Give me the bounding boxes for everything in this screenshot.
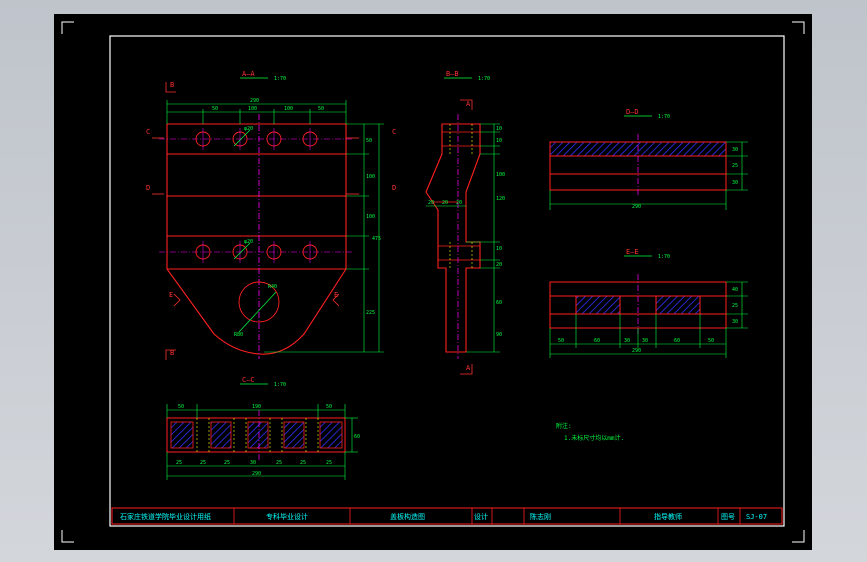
section-c-dim-part-1: 25 — [176, 460, 182, 466]
side-cut-d: D — [392, 184, 396, 192]
side-dim-right-3: 100 — [496, 172, 505, 178]
side-section-mark: B—B — [446, 70, 459, 78]
section-d-dim-right-2: 25 — [732, 163, 738, 169]
side-dim-right-8: 90 — [496, 332, 502, 338]
section-e-dim-right-3: 30 — [732, 319, 738, 325]
title-design-label: 设计 — [474, 512, 488, 521]
section-c-dim-top-3: 50 — [326, 404, 332, 410]
front-dim-part-2: 100 — [248, 106, 257, 112]
section-e-dim-right-2: 25 — [732, 303, 738, 309]
front-dim-right-3: 100 — [366, 214, 375, 220]
section-e-scale: 1:70 — [658, 254, 670, 260]
cad-drawing-canvas[interactable]: A—A 1:70 B B C D E E φ20 φ20 R80 R40 290… — [54, 14, 812, 550]
front-dim-right-4: 225 — [366, 310, 375, 316]
title-designer: 陈志刚 — [530, 512, 551, 521]
section-e-dim-part-2: 60 — [594, 338, 600, 344]
title-sheet-label: 图号 — [721, 513, 735, 521]
notes-title: 附注: — [556, 422, 572, 430]
front-dim-overall: 475 — [372, 236, 381, 242]
side-cut-a-bottom: A — [466, 364, 471, 372]
front-arc-label: R80 — [234, 332, 243, 338]
section-c-dim-top-2: 190 — [252, 404, 261, 410]
section-e-dim-right-1: 40 — [732, 287, 738, 293]
section-c-dim-right: 60 — [354, 434, 360, 440]
section-c-dim-part-4: 30 — [250, 460, 256, 466]
notes-block: 附注: 1.未标尺寸均以mm计. — [556, 422, 624, 442]
section-c-dim-top-1: 50 — [178, 404, 184, 410]
section-d-dim-right-3: 30 — [732, 180, 738, 186]
section-d-dim-bottom: 290 — [632, 204, 641, 210]
notes-line-1: 1.未标尺寸均以mm计. — [564, 434, 624, 442]
front-cut-b-top: B — [170, 81, 174, 89]
section-c-view: C—C 1:70 50 190 50 60 25 25 25 30 25 25 … — [166, 376, 360, 480]
section-d-mark: D—D — [626, 108, 639, 116]
side-dim-right-4: 120 — [496, 196, 505, 202]
front-hole-label-bottom: φ20 — [244, 239, 253, 245]
front-dim-right-1: 50 — [366, 138, 372, 144]
section-d-scale: 1:70 — [658, 114, 670, 120]
section-c-dim-part-7: 25 — [326, 460, 332, 466]
section-e-dim-part-1: 50 — [558, 338, 564, 344]
section-d-view: D—D 1:70 30 25 30 290 — [549, 108, 748, 210]
front-dim-part-4: 50 — [318, 106, 324, 112]
section-e-dim-part-5: 60 — [674, 338, 680, 344]
section-c-dim-part-5: 25 — [276, 460, 282, 466]
title-checker: 指导教师 — [654, 512, 682, 521]
side-dim-bottom-3: 20 — [456, 200, 462, 206]
section-d-dim-right-1: 30 — [732, 147, 738, 153]
title-school: 石家庄铁道学院毕业设计用纸 — [120, 512, 211, 521]
viewport: A—A 1:70 B B C D E E φ20 φ20 R80 R40 290… — [0, 0, 867, 562]
section-e-dim-bottom: 290 — [632, 348, 641, 354]
section-c-dim-part-2: 25 — [200, 460, 206, 466]
side-dim-right-1: 10 — [496, 126, 502, 132]
side-dim-right-7: 60 — [496, 300, 502, 306]
side-cut-c: C — [392, 128, 396, 136]
title-drawing: 盖板构造图 — [390, 512, 425, 521]
front-dim-part-1: 50 — [212, 106, 218, 112]
front-dim-right-2: 100 — [366, 174, 375, 180]
side-dim-right-5: 10 — [496, 246, 502, 252]
side-dim-bottom-2: 20 — [442, 200, 448, 206]
section-e-dim-part-4: 30 — [642, 338, 648, 344]
title-project: 专科毕业设计 — [266, 512, 308, 521]
section-e-dim-part-6: 50 — [708, 338, 714, 344]
front-view: A—A 1:70 B B C D E E φ20 φ20 R80 R40 290… — [146, 70, 384, 360]
front-dim-part-3: 100 — [284, 106, 293, 112]
title-sheet-no: SJ-07 — [746, 513, 767, 521]
side-cut-a-top: A — [466, 100, 471, 108]
section-c-dim-part-6: 25 — [300, 460, 306, 466]
section-e-view: E—E 1:70 40 25 30 50 60 30 30 60 50 290 — [549, 248, 748, 358]
section-c-scale: 1:70 — [274, 382, 286, 388]
front-cut-d: D — [146, 184, 150, 192]
section-e-dim-part-3: 30 — [624, 338, 630, 344]
front-cut-c: C — [146, 128, 150, 136]
front-scale: 1:70 — [274, 76, 286, 82]
section-c-dim-part-3: 25 — [224, 460, 230, 466]
section-e-mark: E—E — [626, 248, 639, 256]
front-arc-label2: R40 — [268, 284, 277, 290]
front-section-mark: A—A — [242, 70, 255, 78]
title-block: 石家庄铁道学院毕业设计用纸 专科毕业设计 盖板构造图 设计 陈志刚 指导教师 图… — [111, 507, 783, 525]
section-c-dim-bottom: 290 — [252, 471, 261, 477]
section-c-mark: C—C — [242, 376, 255, 384]
side-scale: 1:70 — [478, 76, 490, 82]
drawing-svg: A—A 1:70 B B C D E E φ20 φ20 R80 R40 290… — [61, 21, 805, 543]
front-dim-top: 290 — [250, 98, 259, 104]
side-dim-right-6: 20 — [496, 262, 502, 268]
side-dim-bottom-1: 20 — [428, 200, 434, 206]
svg-text:E: E — [169, 291, 173, 299]
side-dim-right-2: 10 — [496, 138, 502, 144]
side-view: B—B 1:70 C D A A 20 20 20 10 10 100 120 … — [392, 70, 505, 375]
front-hole-label-top: φ20 — [244, 126, 253, 132]
